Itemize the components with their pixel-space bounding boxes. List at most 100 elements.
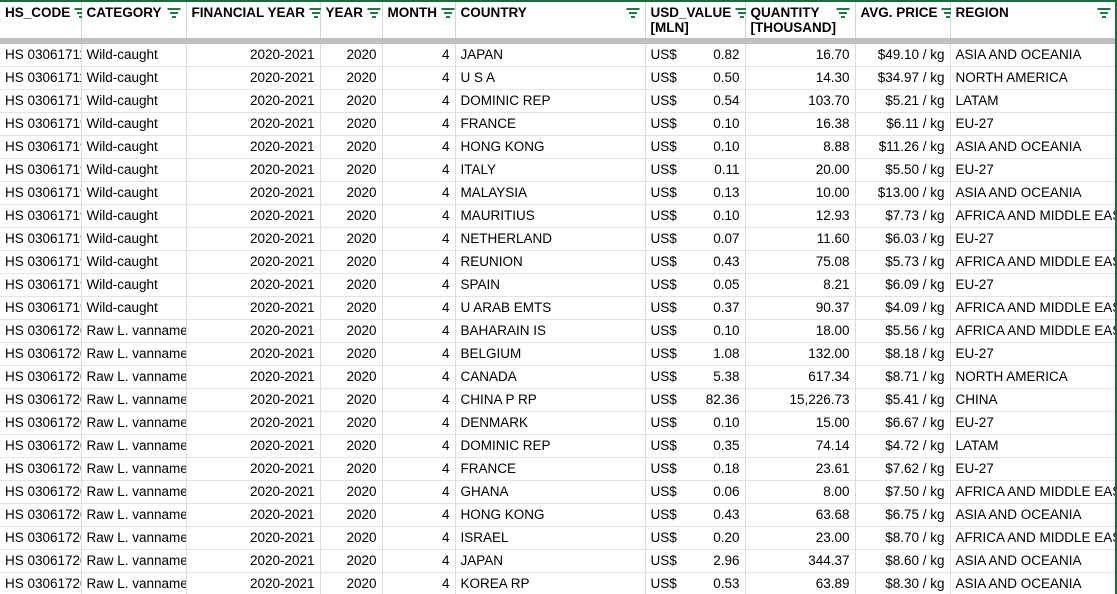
cell-country[interactable]: U ARAB EMTS xyxy=(455,297,645,320)
cell-hs_code[interactable]: HS 03061719 xyxy=(0,228,81,251)
cell-financial_year[interactable]: 2020-2021 xyxy=(186,412,320,435)
cell-year[interactable]: 2020 xyxy=(320,113,382,136)
cell-category[interactable]: Raw L. vannamei xyxy=(81,481,186,504)
cell-hs_code[interactable]: HS 03061720 xyxy=(0,481,81,504)
cell-country[interactable]: CANADA xyxy=(455,366,645,389)
cell-year[interactable]: 2020 xyxy=(320,320,382,343)
cell-category[interactable]: Wild-caught xyxy=(81,67,186,90)
cell-year[interactable]: 2020 xyxy=(320,573,382,594)
cell-category[interactable]: Raw L. vannamei xyxy=(81,389,186,412)
cell-country[interactable]: MALAYSIA xyxy=(455,182,645,205)
cell-avg_price[interactable]: $6.75 / kg xyxy=(855,504,950,527)
cell-avg_price[interactable]: $5.73 / kg xyxy=(855,251,950,274)
filter-icon-quantity[interactable] xyxy=(837,8,850,20)
filter-icon-country[interactable] xyxy=(627,8,640,20)
cell-month[interactable]: 4 xyxy=(382,504,455,527)
cell-month[interactable]: 4 xyxy=(382,458,455,481)
cell-avg_price[interactable]: $7.73 / kg xyxy=(855,205,950,228)
cell-usd_value[interactable]: US$0.37 xyxy=(645,297,745,320)
cell-usd_value[interactable]: US$0.54 xyxy=(645,90,745,113)
cell-year[interactable]: 2020 xyxy=(320,297,382,320)
cell-financial_year[interactable]: 2020-2021 xyxy=(186,504,320,527)
cell-country[interactable]: JAPAN xyxy=(455,41,645,67)
cell-region[interactable]: EU-27 xyxy=(950,458,1115,481)
cell-quantity[interactable]: 16.38 xyxy=(745,113,855,136)
cell-avg_price[interactable]: $5.56 / kg xyxy=(855,320,950,343)
cell-avg_price[interactable]: $11.26 / kg xyxy=(855,136,950,159)
cell-country[interactable]: FRANCE xyxy=(455,458,645,481)
table-row[interactable]: HS 03061720Raw L. vannamei2020-202120204… xyxy=(0,504,1115,527)
cell-quantity[interactable]: 14.30 xyxy=(745,67,855,90)
cell-category[interactable]: Raw L. vannamei xyxy=(81,458,186,481)
cell-usd_value[interactable]: US$0.35 xyxy=(645,435,745,458)
cell-year[interactable]: 2020 xyxy=(320,366,382,389)
cell-country[interactable]: MAURITIUS xyxy=(455,205,645,228)
column-header-financial_year[interactable]: FINANCIAL YEAR xyxy=(186,2,320,41)
cell-month[interactable]: 4 xyxy=(382,251,455,274)
cell-quantity[interactable]: 8.88 xyxy=(745,136,855,159)
cell-quantity[interactable]: 23.00 xyxy=(745,527,855,550)
cell-category[interactable]: Raw L. vannamei xyxy=(81,504,186,527)
cell-usd_value[interactable]: US$5.38 xyxy=(645,366,745,389)
cell-year[interactable]: 2020 xyxy=(320,481,382,504)
cell-hs_code[interactable]: HS 03061720 xyxy=(0,389,81,412)
cell-usd_value[interactable]: US$0.43 xyxy=(645,251,745,274)
cell-hs_code[interactable]: HS 03061720 xyxy=(0,458,81,481)
cell-quantity[interactable]: 16.70 xyxy=(745,41,855,67)
cell-avg_price[interactable]: $5.21 / kg xyxy=(855,90,950,113)
cell-category[interactable]: Wild-caught xyxy=(81,136,186,159)
cell-quantity[interactable]: 15.00 xyxy=(745,412,855,435)
column-header-region[interactable]: REGION xyxy=(950,2,1115,41)
cell-region[interactable]: EU-27 xyxy=(950,412,1115,435)
cell-quantity[interactable]: 63.68 xyxy=(745,504,855,527)
cell-usd_value[interactable]: US$0.11 xyxy=(645,159,745,182)
cell-category[interactable]: Wild-caught xyxy=(81,297,186,320)
cell-financial_year[interactable]: 2020-2021 xyxy=(186,228,320,251)
cell-hs_code[interactable]: HS 03061719 xyxy=(0,274,81,297)
cell-avg_price[interactable]: $5.50 / kg xyxy=(855,159,950,182)
cell-region[interactable]: AFRICA AND MIDDLE EAST xyxy=(950,527,1115,550)
cell-hs_code[interactable]: HS 03061720 xyxy=(0,573,81,594)
cell-avg_price[interactable]: $8.18 / kg xyxy=(855,343,950,366)
cell-quantity[interactable]: 344.37 xyxy=(745,550,855,573)
cell-country[interactable]: GHANA xyxy=(455,481,645,504)
cell-region[interactable]: LATAM xyxy=(950,435,1115,458)
cell-year[interactable]: 2020 xyxy=(320,136,382,159)
table-row[interactable]: HS 03061719Wild-caught2020-202120204MALA… xyxy=(0,182,1115,205)
cell-hs_code[interactable]: HS 03061719 xyxy=(0,113,81,136)
cell-usd_value[interactable]: US$0.20 xyxy=(645,527,745,550)
cell-financial_year[interactable]: 2020-2021 xyxy=(186,366,320,389)
cell-category[interactable]: Raw L. vannamei xyxy=(81,320,186,343)
cell-avg_price[interactable]: $8.71 / kg xyxy=(855,366,950,389)
cell-financial_year[interactable]: 2020-2021 xyxy=(186,136,320,159)
cell-hs_code[interactable]: HS 03061720 xyxy=(0,527,81,550)
cell-quantity[interactable]: 617.34 xyxy=(745,366,855,389)
cell-category[interactable]: Wild-caught xyxy=(81,182,186,205)
cell-region[interactable]: ASIA AND OCEANIA xyxy=(950,136,1115,159)
table-row[interactable]: HS 03061720Raw L. vannamei2020-202120204… xyxy=(0,573,1115,594)
cell-month[interactable]: 4 xyxy=(382,41,455,67)
cell-usd_value[interactable]: US$0.53 xyxy=(645,573,745,594)
cell-year[interactable]: 2020 xyxy=(320,504,382,527)
cell-category[interactable]: Raw L. vannamei xyxy=(81,366,186,389)
cell-usd_value[interactable]: US$0.43 xyxy=(645,504,745,527)
cell-quantity[interactable]: 23.61 xyxy=(745,458,855,481)
cell-financial_year[interactable]: 2020-2021 xyxy=(186,205,320,228)
cell-category[interactable]: Wild-caught xyxy=(81,251,186,274)
cell-month[interactable]: 4 xyxy=(382,182,455,205)
cell-avg_price[interactable]: $5.41 / kg xyxy=(855,389,950,412)
cell-avg_price[interactable]: $13.00 / kg xyxy=(855,182,950,205)
cell-financial_year[interactable]: 2020-2021 xyxy=(186,573,320,594)
cell-year[interactable]: 2020 xyxy=(320,205,382,228)
cell-financial_year[interactable]: 2020-2021 xyxy=(186,274,320,297)
cell-country[interactable]: BAHARAIN IS xyxy=(455,320,645,343)
cell-hs_code[interactable]: HS 03061720 xyxy=(0,320,81,343)
cell-hs_code[interactable]: HS 03061719 xyxy=(0,205,81,228)
cell-hs_code[interactable]: HS 03061719 xyxy=(0,90,81,113)
cell-hs_code[interactable]: HS 03061719 xyxy=(0,182,81,205)
cell-category[interactable]: Raw L. vannamei xyxy=(81,550,186,573)
cell-financial_year[interactable]: 2020-2021 xyxy=(186,481,320,504)
table-row[interactable]: HS 03061720Raw L. vannamei2020-202120204… xyxy=(0,343,1115,366)
table-row[interactable]: HS 03061720Raw L. vannamei2020-202120204… xyxy=(0,550,1115,573)
table-row[interactable]: HS 03061719Wild-caught2020-202120204ITAL… xyxy=(0,159,1115,182)
